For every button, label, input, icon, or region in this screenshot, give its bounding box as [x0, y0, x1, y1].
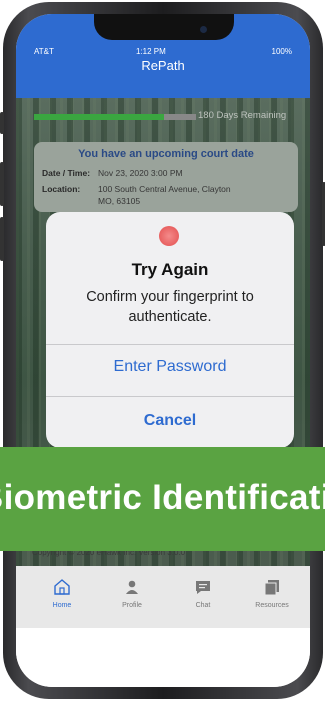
- progress-bar: [34, 114, 196, 120]
- tab-home-label: Home: [52, 602, 72, 609]
- tab-home[interactable]: Home: [32, 578, 92, 609]
- days-remaining: 180 Days Remaining: [198, 110, 287, 121]
- tab-chat-label: Chat: [195, 602, 211, 609]
- home-indicator-area: [16, 628, 310, 687]
- court-card-title: You have an upcoming court date: [78, 148, 254, 160]
- resources-icon: [264, 580, 279, 596]
- phone-frame: AT&T 1:12 PM 100% RePath 180 Days Remain…: [0, 2, 325, 699]
- enter-password-button[interactable]: Enter Password: [46, 358, 294, 376]
- touch-id-dialog: Try Again Confirm your fingerprint to au…: [46, 212, 294, 448]
- dialog-divider-2: [46, 396, 294, 397]
- banner-text: Biometric Identification: [0, 478, 325, 517]
- phone-notch: [94, 14, 234, 40]
- app-header: RePath: [16, 54, 310, 98]
- cancel-button[interactable]: Cancel: [46, 412, 294, 430]
- tab-resources[interactable]: Resources: [242, 578, 302, 609]
- location-value-line2: MO, 63105: [98, 196, 141, 206]
- date-label: Date / Time:: [42, 168, 91, 178]
- chat-icon: [196, 581, 210, 594]
- dialog-title: Try Again: [131, 260, 209, 279]
- camera-icon: [200, 26, 207, 33]
- court-date-row: Date / Time: Nov 23, 2020 3:00 PM: [42, 168, 183, 178]
- court-location-row: Location: 100 South Central Avenue, Clayt…: [42, 184, 231, 194]
- app-title: RePath: [141, 58, 185, 73]
- person-icon: [126, 580, 138, 594]
- progress-fill: [34, 114, 164, 120]
- tab-profile-label: Profile: [122, 602, 142, 609]
- tab-bar: Home Profile Chat Resources: [16, 566, 310, 628]
- tab-chat[interactable]: Chat: [173, 578, 233, 609]
- tab-profile[interactable]: Profile: [102, 578, 162, 609]
- volume-down-button: [0, 217, 4, 261]
- date-value: Nov 23, 2020 3:00 PM: [98, 168, 183, 178]
- volume-up-button: [0, 162, 4, 206]
- caption-banner: Biometric Identification: [0, 447, 325, 551]
- home-icon: [54, 579, 70, 595]
- location-value-line1: 100 South Central Avenue, Clayton: [98, 184, 231, 194]
- tab-resources-label: Resources: [255, 602, 289, 609]
- phone-screen: AT&T 1:12 PM 100% RePath 180 Days Remain…: [16, 14, 310, 687]
- dialog-divider: [46, 344, 294, 345]
- mute-switch: [0, 112, 4, 134]
- fingerprint-icon: [159, 226, 179, 246]
- court-date-card[interactable]: You have an upcoming court date Date / T…: [34, 142, 298, 212]
- location-label: Location:: [42, 184, 81, 194]
- court-location-row-2: MO, 63105: [98, 196, 140, 206]
- dialog-message: Confirm your fingerprint to authenticate…: [86, 289, 254, 325]
